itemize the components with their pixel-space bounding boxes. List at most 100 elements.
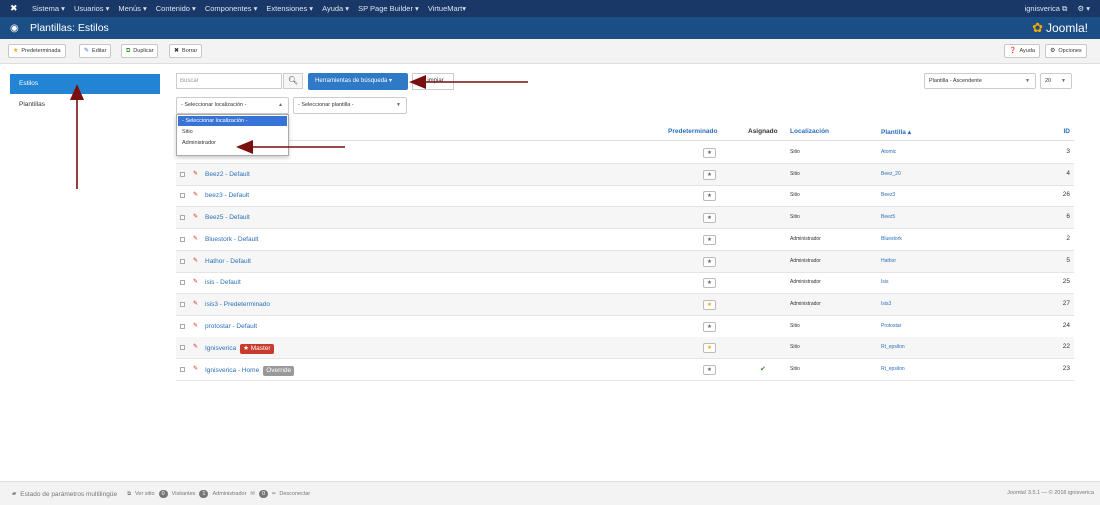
- style-name-link[interactable]: beez3 - Default: [205, 192, 249, 199]
- style-template-link[interactable]: Atomic: [881, 149, 896, 155]
- row-checkbox[interactable]: [180, 236, 185, 242]
- multilang-status[interactable]: Estado de parámetros multilingüe: [20, 491, 117, 498]
- col-id[interactable]: ID: [1064, 128, 1071, 135]
- sidebar-item-templates[interactable]: Plantillas: [10, 97, 160, 113]
- location-dropdown-list: - Seleccionar localización - Sitio Admin…: [176, 114, 289, 156]
- style-name-link[interactable]: isis - Default: [205, 279, 241, 286]
- style-id: 27: [1062, 299, 1070, 307]
- edit-style-icon[interactable]: ✎: [193, 170, 198, 177]
- logout-link[interactable]: Desconectar: [279, 491, 310, 497]
- duplicate-button[interactable]: ⧉ Duplicar: [121, 44, 159, 58]
- location-option-none[interactable]: - Seleccionar localización -: [178, 116, 287, 126]
- default-star-icon[interactable]: ★: [703, 321, 716, 332]
- row-checkbox[interactable]: [180, 193, 185, 199]
- row-checkbox[interactable]: [180, 280, 185, 286]
- style-id: 2: [1066, 234, 1070, 242]
- edit-style-icon[interactable]: ✎: [193, 257, 198, 264]
- edit-style-icon[interactable]: ✎: [193, 322, 198, 329]
- style-template-link[interactable]: Beez5: [881, 214, 895, 220]
- row-checkbox[interactable]: [180, 171, 185, 177]
- row-checkbox[interactable]: [180, 215, 185, 221]
- menu-sistema[interactable]: Sistema ▾: [32, 4, 65, 13]
- style-template-link[interactable]: Beez_20: [881, 171, 901, 177]
- caret-down-icon: ▼: [396, 102, 401, 108]
- delete-button[interactable]: ✖ Borrar: [169, 44, 203, 58]
- style-template-link[interactable]: Beez3: [881, 192, 895, 198]
- edit-style-icon[interactable]: ✎: [193, 300, 198, 307]
- location-select[interactable]: - Seleccionar localización - ▲: [176, 97, 289, 114]
- default-star-icon[interactable]: ★: [703, 148, 716, 158]
- default-star-icon[interactable]: ★: [703, 299, 716, 310]
- menu-sp-page-builder[interactable]: SP Page Builder ▾: [358, 4, 419, 13]
- style-name-link[interactable]: Beez5 - Default: [205, 214, 250, 221]
- edit-style-icon[interactable]: ✎: [193, 213, 198, 220]
- row-checkbox[interactable]: [180, 301, 185, 307]
- settings-menu[interactable]: ⚙ ▾: [1077, 4, 1090, 14]
- default-star-icon[interactable]: ★: [703, 343, 716, 354]
- view-site-link[interactable]: Ver sitio: [135, 491, 155, 497]
- default-star-icon[interactable]: ★: [703, 213, 716, 224]
- search-input[interactable]: [176, 73, 282, 89]
- col-default[interactable]: Predeterminado: [668, 128, 718, 135]
- style-template-link[interactable]: Rt_epsilon: [881, 344, 905, 350]
- default-star-icon[interactable]: ★: [703, 278, 716, 289]
- style-template-link[interactable]: Isis3: [881, 301, 891, 307]
- sort-select[interactable]: Plantilla - Ascendente ▼: [924, 73, 1036, 89]
- row-checkbox[interactable]: [180, 367, 185, 372]
- edit-style-icon[interactable]: ✎: [193, 191, 198, 198]
- menu-contenido[interactable]: Contenido ▾: [156, 4, 196, 13]
- clear-button[interactable]: Limpiar: [412, 73, 454, 90]
- style-name-link[interactable]: isis3 - Predeterminado: [205, 301, 270, 308]
- style-template-link[interactable]: Bluestork: [881, 236, 902, 242]
- menu-ayuda[interactable]: Ayuda ▾: [322, 4, 349, 13]
- row-checkbox[interactable]: [180, 345, 185, 351]
- site-link[interactable]: ignisverica ⧉: [1025, 4, 1068, 14]
- table-row: ✎ Bluestork - Default ★ Administrador Bluest…: [176, 229, 1074, 251]
- external-link-icon: ⧉: [127, 490, 132, 497]
- style-template-link[interactable]: Hathor: [881, 258, 896, 264]
- edit-style-icon[interactable]: ✎: [193, 235, 198, 242]
- search-icon: 🔍︎: [287, 76, 299, 85]
- location-option-admin[interactable]: Administrador: [178, 138, 287, 148]
- edit-style-icon[interactable]: ✎: [193, 278, 198, 285]
- style-template-link[interactable]: Protostar: [881, 323, 901, 329]
- edit-button[interactable]: ✎ Editar: [79, 44, 112, 58]
- style-badge: Override: [263, 366, 295, 376]
- style-template-link[interactable]: Isis: [881, 279, 889, 285]
- help-button[interactable]: ❓ Ayuda: [1004, 44, 1040, 58]
- edit-style-icon[interactable]: ✎: [193, 343, 198, 350]
- style-name-link[interactable]: Ignisverica ★ Master: [205, 344, 274, 355]
- default-star-icon[interactable]: ★: [703, 365, 716, 375]
- default-button[interactable]: ★ Predeterminada: [8, 44, 66, 58]
- search-tools-button[interactable]: Herramientas de búsqueda ▾: [308, 73, 408, 90]
- edit-style-icon[interactable]: ✎: [193, 365, 198, 372]
- menu-extensiones[interactable]: Extensiones ▾: [266, 4, 313, 13]
- style-name-link[interactable]: Bluestork - Default: [205, 236, 258, 243]
- row-checkbox[interactable]: [180, 258, 185, 264]
- joomla-icon[interactable]: ✖: [10, 3, 26, 14]
- options-button[interactable]: ⚙ Opciones: [1045, 44, 1087, 58]
- menu-virtuemart[interactable]: VirtueMart▾: [428, 4, 466, 13]
- style-name-link[interactable]: Beez2 - Default: [205, 171, 250, 178]
- menu-componentes[interactable]: Componentes ▾: [205, 4, 258, 13]
- admin-navbar: ✖ Sistema ▾ Usuarios ▾ Menús ▾ Contenido…: [0, 0, 1100, 17]
- table-row: ✎ Beez2 - Default ★ Sitio Beez_20 4: [176, 163, 1074, 186]
- default-star-icon[interactable]: ★: [703, 234, 716, 245]
- template-select[interactable]: - Seleccionar plantilla - ▼: [293, 97, 407, 114]
- style-name-link[interactable]: Ignisverica - Home Override: [205, 366, 295, 376]
- default-star-icon[interactable]: ★: [703, 169, 716, 180]
- col-template[interactable]: Plantilla ▴: [881, 128, 911, 136]
- search-button[interactable]: 🔍︎: [283, 73, 303, 89]
- default-star-icon[interactable]: ★: [703, 256, 716, 267]
- col-location[interactable]: Localización: [790, 128, 829, 135]
- row-checkbox[interactable]: [180, 323, 185, 329]
- location-option-site[interactable]: Sitio: [178, 127, 287, 137]
- style-template-link[interactable]: Rt_epsilon: [881, 366, 905, 372]
- style-name-link[interactable]: protostar - Default: [205, 323, 257, 330]
- sidebar-item-styles[interactable]: Estilos: [10, 74, 160, 94]
- default-star-icon[interactable]: ★: [703, 191, 716, 202]
- limit-select[interactable]: 20 ▼: [1040, 73, 1072, 89]
- menu-usuarios[interactable]: Usuarios ▾: [74, 4, 109, 13]
- menu-menus[interactable]: Menús ▾: [118, 4, 146, 13]
- style-name-link[interactable]: Hathor - Default: [205, 258, 251, 265]
